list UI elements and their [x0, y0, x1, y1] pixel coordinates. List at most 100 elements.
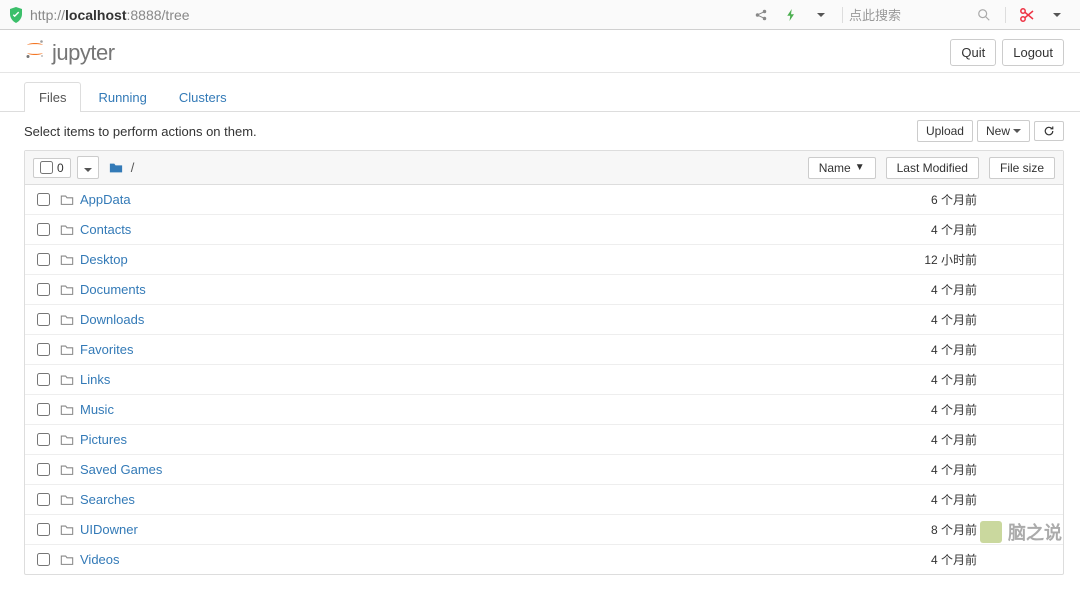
- list-item: Videos 4 个月前: [25, 545, 1063, 574]
- file-list: 0 / Name ▼ Last Modified File size AppDa…: [24, 150, 1064, 575]
- lightning-dropdown-icon[interactable]: [810, 4, 832, 26]
- jupyter-logo-icon: [24, 38, 46, 60]
- item-name[interactable]: Saved Games: [80, 462, 162, 477]
- row-checkbox[interactable]: [37, 493, 50, 506]
- folder-icon: [60, 283, 74, 297]
- item-modified: 4 个月前: [865, 341, 995, 358]
- folder-icon: [60, 523, 74, 537]
- row-checkbox[interactable]: [37, 373, 50, 386]
- share-icon[interactable]: [750, 4, 772, 26]
- folder-icon: [60, 493, 74, 507]
- list-item: Music4 个月前: [25, 395, 1063, 425]
- item-name[interactable]: Desktop: [80, 252, 128, 267]
- folder-icon: [60, 313, 74, 327]
- item-name[interactable]: Videos: [80, 552, 120, 567]
- selected-count: 0: [57, 161, 64, 175]
- row-checkbox[interactable]: [37, 523, 50, 536]
- item-name[interactable]: Pictures: [80, 432, 127, 447]
- tab-files[interactable]: Files: [24, 82, 81, 112]
- item-modified: 4 个月前: [865, 371, 995, 388]
- folder-icon: [60, 193, 74, 207]
- sort-modified-button[interactable]: Last Modified: [886, 157, 979, 179]
- select-dropdown[interactable]: [77, 156, 99, 179]
- page-header: jupyter Quit Logout: [0, 30, 1080, 73]
- folder-icon: [60, 343, 74, 357]
- item-modified: 8 个月前: [865, 521, 995, 538]
- shield-icon: [8, 7, 24, 23]
- upload-button[interactable]: Upload: [917, 120, 973, 142]
- url-display[interactable]: http://localhost:8888/tree: [30, 7, 190, 23]
- item-modified: 4 个月前: [865, 221, 995, 238]
- browser-search-input[interactable]: 点此搜索: [849, 5, 969, 24]
- select-all-box[interactable]: 0: [33, 158, 71, 178]
- item-name[interactable]: Music: [80, 402, 114, 417]
- row-checkbox[interactable]: [37, 553, 50, 566]
- sort-name-button[interactable]: Name ▼: [808, 157, 876, 179]
- item-modified: 4 个月前: [865, 551, 995, 568]
- row-checkbox[interactable]: [37, 193, 50, 206]
- file-list-header: 0 / Name ▼ Last Modified File size: [25, 151, 1063, 185]
- logout-button[interactable]: Logout: [1002, 39, 1064, 66]
- list-item: Links 4 个月前: [25, 365, 1063, 395]
- folder-icon: [60, 463, 74, 477]
- item-name[interactable]: Favorites: [80, 342, 133, 357]
- tabs: FilesRunningClusters: [0, 73, 1080, 112]
- folder-icon: [60, 403, 74, 417]
- list-item: Favorites 4 个月前: [25, 335, 1063, 365]
- url-port-path: :8888/tree: [127, 7, 190, 23]
- list-item: Documents 4 个月前: [25, 275, 1063, 305]
- caret-down-icon: [84, 168, 92, 172]
- row-checkbox[interactable]: [37, 223, 50, 236]
- select-all-checkbox[interactable]: [40, 161, 53, 174]
- sort-size-button[interactable]: File size: [989, 157, 1055, 179]
- item-modified: 12 小时前: [865, 251, 995, 268]
- scissors-icon[interactable]: [1016, 4, 1038, 26]
- quit-button[interactable]: Quit: [950, 39, 996, 66]
- scissors-dropdown-icon[interactable]: [1046, 4, 1068, 26]
- row-checkbox[interactable]: [37, 313, 50, 326]
- item-modified: 4 个月前: [865, 311, 995, 328]
- selection-hint: Select items to perform actions on them.: [24, 124, 257, 139]
- tab-clusters[interactable]: Clusters: [164, 82, 242, 112]
- separator: [842, 7, 843, 23]
- row-checkbox[interactable]: [37, 343, 50, 356]
- row-checkbox[interactable]: [37, 463, 50, 476]
- sort-arrow-down-icon: ▼: [855, 162, 865, 173]
- item-modified: 4 个月前: [865, 431, 995, 448]
- tab-running[interactable]: Running: [83, 82, 161, 112]
- row-checkbox[interactable]: [37, 433, 50, 446]
- jupyter-logo-text: jupyter: [52, 40, 115, 66]
- folder-icon: [60, 373, 74, 387]
- item-modified: 4 个月前: [865, 281, 995, 298]
- url-host: localhost: [65, 7, 126, 23]
- item-modified: 6 个月前: [865, 191, 995, 208]
- search-icon[interactable]: [973, 4, 995, 26]
- row-checkbox[interactable]: [37, 403, 50, 416]
- item-name[interactable]: Documents: [80, 282, 146, 297]
- row-checkbox[interactable]: [37, 253, 50, 266]
- folder-icon: [60, 433, 74, 447]
- list-item: Contacts 4 个月前: [25, 215, 1063, 245]
- toolbar: Select items to perform actions on them.…: [0, 112, 1080, 150]
- breadcrumb-root[interactable]: /: [131, 160, 135, 175]
- row-checkbox[interactable]: [37, 283, 50, 296]
- lightning-icon[interactable]: [780, 4, 802, 26]
- separator: [1005, 7, 1006, 23]
- item-name[interactable]: AppData: [80, 192, 131, 207]
- list-item: Desktop 12 小时前: [25, 245, 1063, 275]
- item-name[interactable]: Downloads: [80, 312, 144, 327]
- item-modified: 4 个月前: [865, 491, 995, 508]
- item-name[interactable]: UIDowner: [80, 522, 138, 537]
- item-name[interactable]: Searches: [80, 492, 135, 507]
- new-button[interactable]: New: [977, 120, 1030, 142]
- item-name[interactable]: Contacts: [80, 222, 131, 237]
- list-item: Downloads 4 个月前: [25, 305, 1063, 335]
- list-item: Pictures 4 个月前: [25, 425, 1063, 455]
- item-name[interactable]: Links: [80, 372, 110, 387]
- breadcrumb-folder-icon[interactable]: [109, 161, 123, 175]
- jupyter-logo[interactable]: jupyter: [24, 38, 115, 66]
- caret-down-icon: [1013, 129, 1021, 133]
- list-item: AppData 6 个月前: [25, 185, 1063, 215]
- refresh-button[interactable]: [1034, 121, 1064, 141]
- list-item: Searches 4 个月前: [25, 485, 1063, 515]
